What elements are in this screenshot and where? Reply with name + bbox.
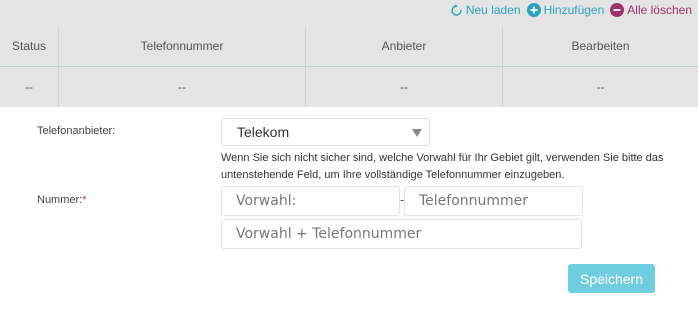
save-button[interactable]: Speichern	[568, 264, 655, 293]
area-code-hint: Wenn Sie sich nicht sicher sind, welche …	[221, 152, 664, 181]
phone-number-input[interactable]	[404, 186, 583, 216]
column-header-provider: Anbieter	[306, 26, 503, 66]
reload-button[interactable]: Neu laden	[450, 3, 521, 17]
add-button[interactable]: Hinzufügen	[526, 3, 605, 17]
refresh-icon	[450, 3, 463, 17]
table-header-row: Status Telefonnummer Anbieter Bearbeiten	[0, 26, 698, 67]
table-cell-phone-number: --	[59, 67, 306, 107]
delete-all-button[interactable]: Alle löschen	[610, 3, 692, 17]
number-label: Nummer:*	[37, 194, 87, 206]
column-header-edit: Bearbeiten	[571, 39, 630, 53]
reload-label: Neu laden	[465, 3, 521, 17]
provider-select-value: Telekom	[237, 124, 290, 140]
table-row: -- -- -- --	[0, 67, 698, 107]
add-label: Hinzufügen	[543, 3, 605, 17]
table-cell-status: --	[0, 67, 59, 107]
provider-label: Telefonanbieter:	[37, 125, 116, 137]
required-asterisk: *	[82, 194, 87, 206]
table-toolbar: Neu laden Hinzufügen Alle löschen	[0, 0, 698, 20]
minus-circle-icon	[610, 3, 625, 17]
delete-all-label: Alle löschen	[627, 3, 692, 17]
dropdown-caret-icon	[412, 129, 422, 137]
area-code-input[interactable]	[221, 186, 400, 216]
full-number-input[interactable]	[221, 219, 582, 249]
phone-number-table: Status Telefonnummer Anbieter Bearbeiten…	[0, 20, 698, 107]
provider-select[interactable]: Telekom	[221, 118, 430, 146]
number-label-text: Nummer:	[37, 194, 83, 206]
plus-circle-icon	[526, 3, 541, 17]
column-header-status: Status	[0, 26, 59, 66]
column-header-phone-number: Telefonnummer	[59, 26, 306, 66]
table-cell-edit: --	[596, 80, 605, 94]
table-cell-provider: --	[306, 67, 503, 107]
